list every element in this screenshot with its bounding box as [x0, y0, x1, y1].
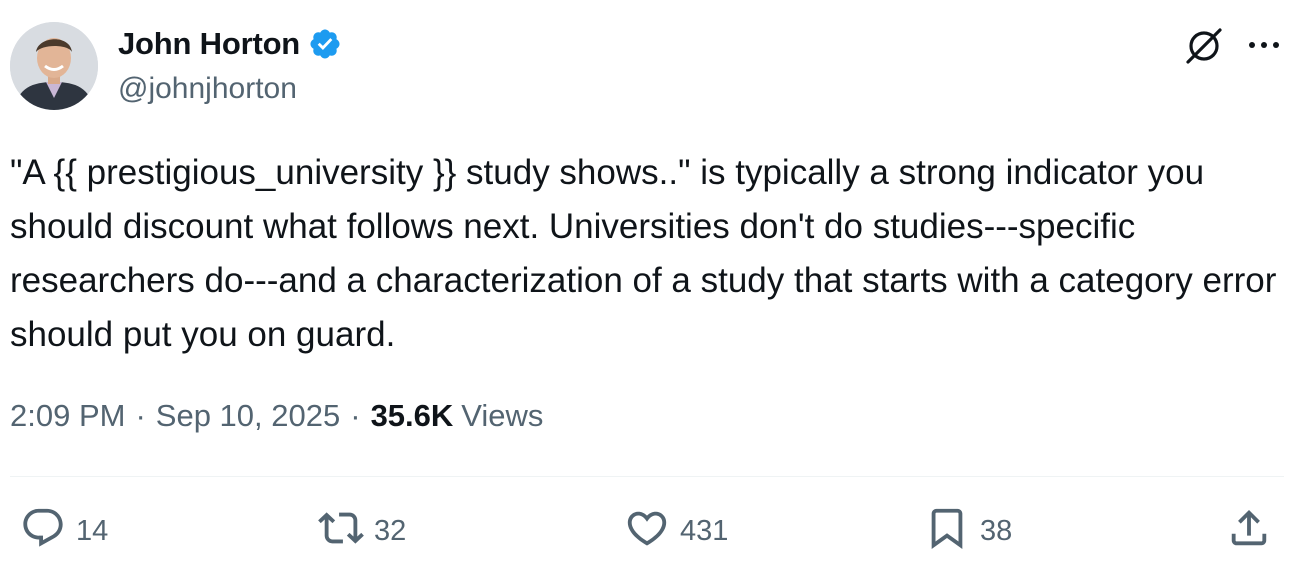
tweet-text: "A {{ prestigious_university }} study sh… [10, 153, 1287, 354]
grok-icon[interactable] [1182, 24, 1226, 68]
heart-icon [627, 511, 667, 546]
repost-icon [318, 512, 364, 544]
reply-button[interactable]: 14 [20, 505, 108, 551]
tweet-date[interactable]: Sep 10, 2025 [156, 398, 340, 434]
more-options-icon[interactable] [1244, 30, 1284, 60]
like-button[interactable]: 431 [624, 505, 728, 551]
divider [10, 476, 1284, 477]
author-display-name[interactable]: John Horton [118, 26, 300, 62]
tweet-card: John Horton @johnjhorton "A {{ prestigio… [0, 0, 1306, 572]
repost-count: 32 [374, 514, 407, 547]
tweet-time[interactable]: 2:09 PM [10, 398, 125, 434]
views-label: Views [461, 398, 544, 433]
avatar[interactable] [10, 22, 98, 110]
bookmark-count: 38 [980, 514, 1013, 547]
meta-separator: · [135, 398, 146, 433]
views-count: 35.6K [370, 398, 454, 433]
bookmark-button[interactable]: 38 [924, 505, 1012, 551]
repost-button[interactable]: 32 [318, 505, 406, 551]
verified-badge-icon[interactable] [308, 27, 342, 61]
author-handle[interactable]: @johnjhorton [118, 72, 297, 106]
bookmark-icon [931, 508, 963, 549]
share-icon [1231, 509, 1267, 546]
like-count: 431 [680, 514, 729, 547]
author-name-row: John Horton [118, 26, 342, 62]
share-button[interactable] [1226, 505, 1272, 551]
reply-icon [23, 508, 63, 547]
reply-count: 14 [76, 514, 109, 547]
tweet-metadata: 2:09 PM · Sep 10, 2025 · 35.6K Views [10, 398, 543, 434]
meta-separator: · [350, 398, 361, 433]
